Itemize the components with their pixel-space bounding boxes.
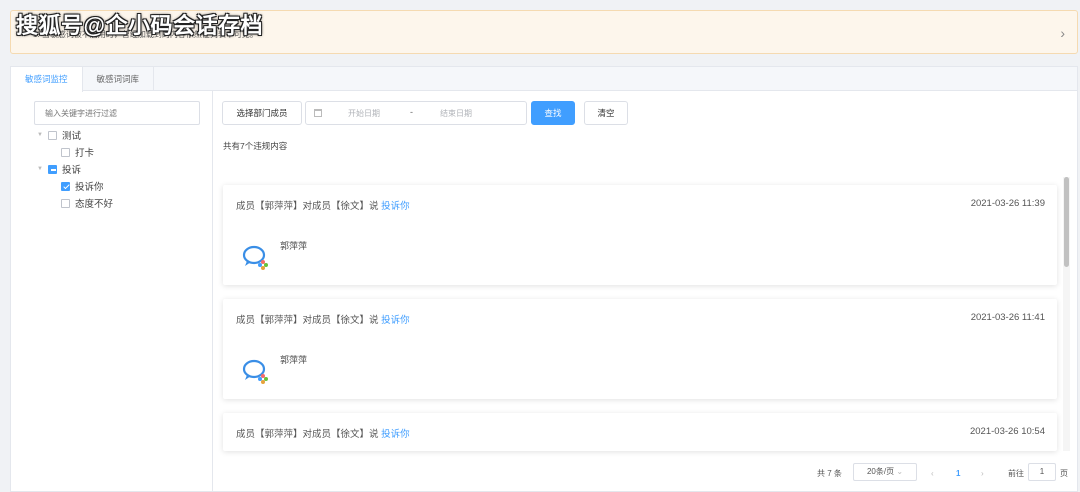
search-button[interactable]: 查找 — [531, 101, 575, 125]
tab-sensitive-library[interactable]: 敏感词词库 — [83, 67, 155, 90]
clear-button[interactable]: 清空 — [584, 101, 628, 125]
checkbox-checked[interactable] — [61, 181, 70, 191]
tree-node-tousu[interactable]: ▼ 投诉 — [35, 161, 81, 177]
tree-filter-input[interactable] — [34, 101, 200, 125]
violation-card: 成员【郭萍萍】对成员【徐文】说 投诉你 2021-03-26 11:41 郭萍萍 — [223, 299, 1057, 399]
page-suffix: 页 — [1060, 469, 1068, 478]
sender-name: 郭萍萍 — [280, 355, 308, 365]
prev-page-button[interactable]: ‹ — [931, 465, 934, 483]
tree-node-label: 测试 — [62, 131, 82, 142]
card-keyword: 投诉你 — [381, 429, 410, 440]
next-page-button[interactable]: › — [981, 465, 984, 483]
tree-node-ceshi[interactable]: ▼ 测试 — [35, 127, 81, 143]
page-size-value: 20条/页 — [866, 467, 895, 476]
chevron-down-icon: ⌄ — [896, 467, 904, 476]
card-time: 2021-03-26 10:54 — [969, 426, 1045, 437]
tree-node-tousuni[interactable]: 投诉你 — [61, 178, 104, 194]
card-time: 2021-03-26 11:41 — [970, 312, 1045, 323]
goto-page-input[interactable]: 1 — [1028, 463, 1056, 481]
card-text: 成员【郭萍萍】对成员【徐文】说 — [236, 201, 379, 212]
page-number-current[interactable]: 1 — [956, 465, 960, 483]
tab-sensitive-monitor[interactable]: 敏感词监控 — [11, 67, 83, 92]
keyword-tree-panel: ▼ 测试 打卡 ▼ 投诉 投诉你 态度不好 — [11, 91, 213, 491]
checkbox-indeterminate[interactable] — [48, 164, 57, 174]
sender-name: 郭萍萍 — [280, 241, 308, 251]
card-time: 2021-03-26 11:39 — [970, 198, 1045, 209]
calendar-icon — [314, 109, 322, 117]
tab-bar: 敏感词监控 敏感词词库 — [11, 67, 1077, 92]
tree-node-label: 投诉 — [62, 165, 82, 176]
watermark-text: 搜狐号@企小码会话存档 — [16, 13, 263, 38]
end-date-input[interactable]: 结束日期 — [440, 108, 472, 119]
tree-node-taidubuhao[interactable]: 态度不好 — [61, 195, 113, 211]
chat-bubble-icon — [242, 245, 268, 270]
page-size-select[interactable]: 20条/页 ⌄ — [853, 463, 917, 481]
caret-down-icon[interactable]: ▼ — [35, 166, 45, 172]
tree-node-daka[interactable]: 打卡 — [61, 144, 94, 160]
violation-card: 成员【郭萍萍】对成员【徐文】说 投诉你 2021-03-26 11:39 郭萍萍 — [223, 185, 1057, 285]
pagination-total: 共 7 条 — [817, 469, 842, 478]
goto-label: 前往 — [1008, 469, 1024, 478]
card-keyword: 投诉你 — [381, 201, 410, 212]
card-header: 成员【郭萍萍】对成员【徐文】说 投诉你 — [236, 198, 410, 212]
tree-node-label: 投诉你 — [75, 182, 104, 193]
chevron-right-icon[interactable]: › — [1060, 25, 1065, 41]
main-panel: 敏感词监控 敏感词词库 ▼ 测试 打卡 ▼ 投诉 投诉你 态度不好 选择部门成员 — [10, 66, 1078, 492]
card-keyword: 投诉你 — [381, 315, 410, 326]
scrollbar-thumb[interactable] — [1064, 177, 1069, 267]
checkbox[interactable] — [48, 130, 57, 140]
caret-down-icon[interactable]: ▼ — [35, 132, 45, 138]
results-count: 共有7个违规内容 — [223, 141, 288, 151]
checkbox[interactable] — [61, 147, 70, 157]
tree-node-label: 打卡 — [75, 148, 95, 159]
violation-card: 成员【郭萍萍】对成员【徐文】说 投诉你 2021-03-26 10:54 — [223, 413, 1057, 451]
card-text: 成员【郭萍萍】对成员【徐文】说 — [236, 315, 379, 326]
card-header: 成员【郭萍萍】对成员【徐文】说 投诉你 — [236, 312, 410, 326]
select-dept-member-button[interactable]: 选择部门成员 — [222, 101, 302, 125]
tree-node-label: 态度不好 — [75, 199, 114, 210]
checkbox[interactable] — [61, 198, 70, 208]
chat-bubble-icon — [242, 359, 268, 384]
card-header: 成员【郭萍萍】对成员【徐文】说 投诉你 — [236, 426, 410, 440]
date-separator: - — [410, 107, 413, 117]
start-date-input[interactable]: 开始日期 — [348, 108, 380, 119]
card-text: 成员【郭萍萍】对成员【徐文】说 — [236, 429, 379, 440]
date-range-picker[interactable]: 开始日期 - 结束日期 — [305, 101, 527, 125]
